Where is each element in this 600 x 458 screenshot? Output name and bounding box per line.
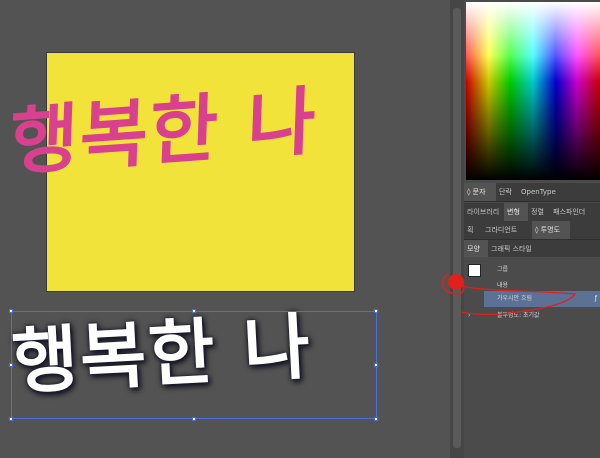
tab-gradient[interactable]: 그라디언트 xyxy=(482,221,532,239)
selection-handle-top-right[interactable] xyxy=(374,309,378,313)
document-canvas[interactable]: 행복한 나 행복한 나 xyxy=(0,0,450,458)
red-highlight-stroke xyxy=(460,285,577,316)
selection-handle-bottom-middle[interactable] xyxy=(192,417,196,421)
color-spectrum-picker[interactable] xyxy=(466,2,600,180)
tab-libraries[interactable]: 라이브러리 xyxy=(464,203,504,221)
tab-stroke[interactable]: 획 xyxy=(464,221,482,239)
selection-handle-middle-left[interactable] xyxy=(9,363,13,367)
fx-icon[interactable]: ƒ xyxy=(595,291,597,307)
red-annotation-scribble xyxy=(442,273,577,316)
tabrow-stroke: 획 그라디언트 ◊ 투명도 xyxy=(464,221,600,240)
selection-handle-bottom-right[interactable] xyxy=(374,417,378,421)
selection-bounding-box[interactable] xyxy=(11,311,377,419)
selection-handle-middle-right[interactable] xyxy=(374,363,378,367)
tab-transform[interactable]: 변형 xyxy=(504,203,528,221)
tab-character[interactable]: ◊ 문자 xyxy=(464,183,496,201)
tabrow-text: ◊ 문자 단락 OpenType xyxy=(464,183,600,202)
tab-graphic-styles[interactable]: 그래픽 스타일 xyxy=(488,240,544,258)
tab-align[interactable]: 정렬 xyxy=(528,203,550,221)
selection-handle-top-left[interactable] xyxy=(9,309,13,313)
tabrow-transform: 라이브러리 변형 정렬 패스파인더 xyxy=(464,203,600,222)
tab-transparency[interactable]: ◊ 투명도 xyxy=(532,221,570,239)
tab-paragraph[interactable]: 단락 xyxy=(496,183,518,201)
selection-handle-top-middle[interactable] xyxy=(192,309,196,313)
panel-scrollbar[interactable] xyxy=(450,0,464,458)
right-panel: ◊ 문자 단락 OpenType 라이브러리 변형 정렬 패스파인더 획 그라디… xyxy=(464,0,600,458)
tab-pathfinder[interactable]: 패스파인더 xyxy=(550,203,600,221)
scrollbar-thumb[interactable] xyxy=(453,8,461,448)
tab-appearance[interactable]: 모양 xyxy=(464,240,488,258)
selection-handle-bottom-left[interactable] xyxy=(9,417,13,421)
tab-opentype[interactable]: OpenType xyxy=(518,183,562,201)
